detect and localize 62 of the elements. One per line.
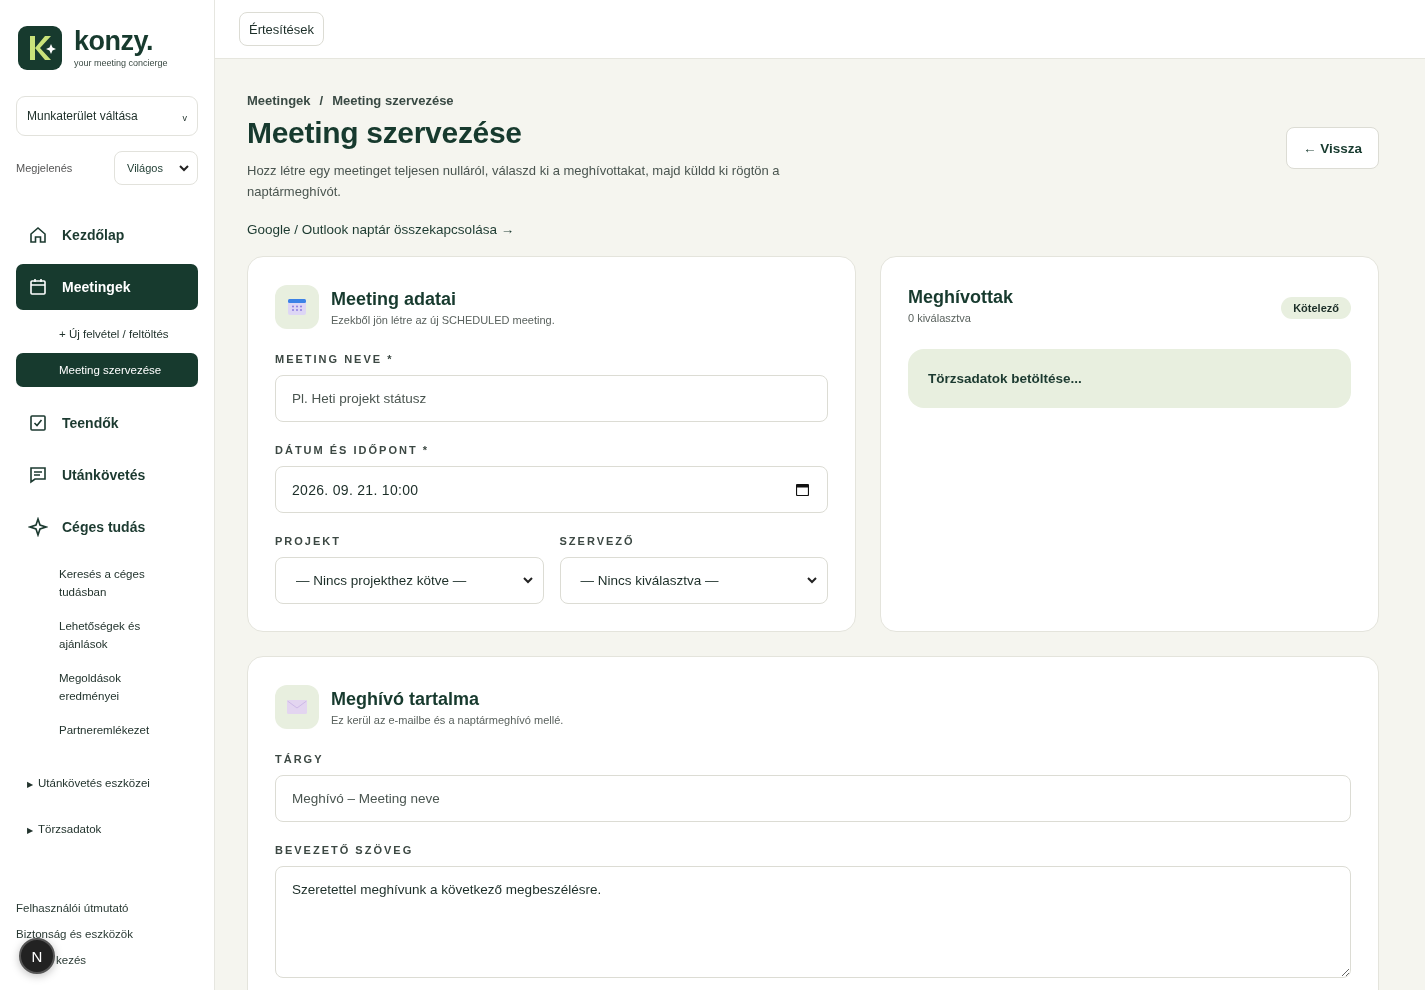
project-select[interactable]: — Nincs projekthez kötve — <box>275 557 544 604</box>
calendar-icon <box>796 483 809 496</box>
organizer-select[interactable]: — Nincs kiválasztva — <box>559 557 828 604</box>
footer-link[interactable]: Felhasználói útmutató <box>16 902 129 914</box>
page-title: Meeting szervezése <box>247 116 523 150</box>
envelope-icon <box>287 700 307 714</box>
loading-message: Törzsadatok betöltése... <box>908 349 1351 408</box>
footer-link[interactable]: Biztonság és eszközök <box>16 928 133 940</box>
field-label: DÁTUM ÉS IDŐPONT * <box>275 444 430 456</box>
breadcrumb-item: Meeting szervezése <box>332 93 454 108</box>
page-description: Hozz létre egy meetinget teljesen nulláról, válaszd ki a meghívottakat, majd küldd ki rögtön a naptármeghívót. <box>247 162 781 201</box>
nav-subitem[interactable]: Megoldások eredményei <box>16 663 198 711</box>
workspace-select[interactable]: Munkaterület váltása v <box>16 96 198 136</box>
logo-icon <box>18 26 62 70</box>
nav-section-toggle[interactable]: ▶ Törzsadatok <box>16 823 198 835</box>
field-label: SZERVEZŐ <box>559 535 636 547</box>
nav-item[interactable]: Teendők <box>16 400 198 446</box>
nav-subitem[interactable]: Partneremlékezet <box>16 715 198 745</box>
home-icon <box>28 225 48 245</box>
field-label: PROJEKT <box>275 535 342 547</box>
avatar[interactable]: N <box>19 938 55 974</box>
required-badge: Kötelező <box>1281 297 1351 319</box>
brand-tagline: your meeting concierge <box>74 58 168 68</box>
card-title: Meeting adatai <box>331 288 458 310</box>
chevron-down-icon <box>807 577 817 584</box>
appearance-select[interactable]: Világos <box>114 151 198 185</box>
appearance-label: Megjelenés <box>16 162 73 174</box>
card-title: Meghívottak <box>908 287 1013 308</box>
breadcrumb-separator: / <box>319 93 324 108</box>
card-title: Meghívó tartalma <box>331 688 481 710</box>
field-label: TÁRGY <box>275 753 325 765</box>
field-label: BEVEZETŐ SZÖVEG <box>275 844 415 856</box>
meeting-name-field[interactable]: Pl. Heti projekt státusz <box>275 375 828 422</box>
footer-link[interactable]: kezés <box>56 954 87 966</box>
checkbox-icon <box>28 413 48 433</box>
nav-item[interactable]: Céges tudás <box>16 504 198 550</box>
nav-subitem[interactable]: Keresés a céges tudásban <box>16 559 198 607</box>
notifications-button[interactable]: Értesítések <box>239 12 325 46</box>
card-subtitle: Ezekből jön létre az új SCHEDULED meeting. <box>331 313 555 326</box>
selected-count: 0 kiválasztva <box>908 312 972 324</box>
chevron-down-icon <box>522 577 533 584</box>
card-subtitle: Ez kerül az e-mailbe és a naptármeghívó mellé. <box>331 713 564 726</box>
nav-subitem[interactable]: + Új felvétel / feltöltés <box>16 319 198 349</box>
subject-field[interactable]: Meghívó – Meeting neve <box>275 775 1351 822</box>
sparkle-icon <box>28 517 48 537</box>
intro-text-field[interactable]: Szeretettel meghívunk a következő megbeszélésre. <box>275 866 1351 978</box>
datetime-field[interactable]: 2026. 09. 21. 10:00 <box>275 466 828 513</box>
breadcrumb-item[interactable]: Meetingek <box>247 93 311 108</box>
nav-subitem[interactable]: Lehetőségek és ajánlások <box>16 611 198 659</box>
nav-subitem[interactable]: Meeting szervezése <box>16 353 198 387</box>
calendar-icon <box>287 297 307 317</box>
nav-item[interactable]: Utánkövetés <box>16 452 198 498</box>
chevron-down-icon <box>179 164 189 172</box>
nav-section-toggle[interactable]: ▶ Utánkövetés eszközei <box>16 777 198 789</box>
brand-name: konzy. <box>74 26 154 56</box>
back-button[interactable]: ← Vissza <box>1285 127 1379 169</box>
calendar-connect-link[interactable]: Google / Outlook naptár összekapcsolása → <box>247 222 515 237</box>
chat-icon <box>28 465 48 485</box>
calendar-icon <box>28 277 48 297</box>
field-label: MEETING NEVE * <box>275 353 395 365</box>
nav-item[interactable]: Meetingek <box>16 264 198 310</box>
nav-item[interactable]: Kezdőlap <box>16 212 198 258</box>
